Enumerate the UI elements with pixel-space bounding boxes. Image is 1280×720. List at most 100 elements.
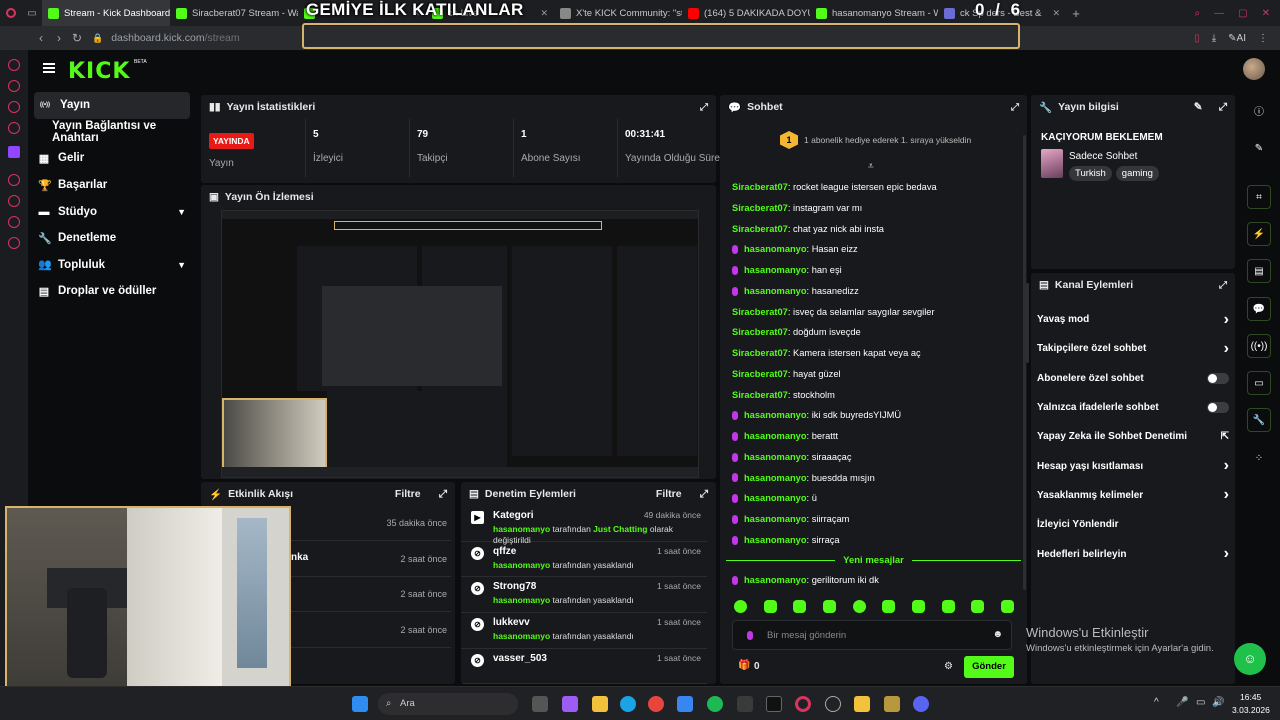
clock-date[interactable]: 3.03.2026 [1232,705,1270,715]
store-icon[interactable] [677,696,693,712]
chat-input[interactable]: Bir mesaj gönderin ☻ [732,620,1012,650]
chevron-down-icon[interactable]: ▼ [177,207,186,217]
moderation-row[interactable]: ⊘ lukkevv 1 saat önce hasanomanyo tarafında… [461,613,707,649]
chat-message[interactable]: Siracberat07: rocket league istersen epi… [732,177,1022,198]
pin-icon[interactable] [8,195,20,207]
emote-icon[interactable] [763,600,777,613]
chevron-right-icon[interactable]: › [1224,457,1229,475]
expand-icon[interactable]: ⤢ [700,102,708,113]
storage-icon[interactable]: ▭ [1247,371,1271,395]
category-name[interactable]: Sadece Sohbet [1069,151,1137,162]
chat-username[interactable]: Siracberat07 [732,364,788,385]
expand-icon[interactable]: ⤢ [1219,101,1227,114]
chat-message[interactable]: hasanomanyo: berattt [732,426,1022,447]
moderation-row[interactable]: ⊘ vasser_503 1 saat önce [461,649,707,684]
kick-logo[interactable]: KICK [68,59,130,84]
chat-username[interactable]: Siracberat07 [732,343,788,364]
music-icon[interactable] [8,122,20,134]
emote-icon[interactable] [822,600,836,613]
channel-action-item[interactable]: İzleyici Yönlendir [1031,510,1235,539]
sidebar-item[interactable]: 🔧 Denetleme [28,225,196,252]
hamburger-icon[interactable] [43,63,55,73]
browser-tab[interactable]: Siracberat07 Stream - Wa✕ [170,0,298,26]
chat-username[interactable]: hasanomanyo [744,488,807,509]
moderation-row[interactable]: ▶ Kategori 49 dakika önce hasanomanyo taraf… [461,506,707,545]
discord-icon[interactable] [913,696,929,712]
chat-username[interactable]: hasanomanyo [744,468,807,489]
network-icon[interactable]: ▭ [1196,697,1205,708]
file-explorer-icon[interactable] [592,696,608,712]
sidebar-item[interactable]: 👥 Topluluk ▼ [28,252,196,279]
emote-icon[interactable] [882,600,896,613]
chat-message[interactable]: Siracberat07: instagram var mı [732,198,1022,219]
scroll-down-icon[interactable]: ⩡ [868,161,874,172]
pencil-icon[interactable]: ✎ [1247,136,1271,160]
instagram-icon[interactable] [8,101,20,113]
expand-icon[interactable]: ⤢ [439,488,447,501]
minimize-icon[interactable]: — [1214,8,1224,19]
chat-username[interactable]: hasanomanyo [744,509,807,530]
bookmark-icon[interactable]: ▯ [1194,33,1200,44]
expand-icon[interactable]: ⤢ [700,488,708,501]
chevron-right-icon[interactable]: › [1224,311,1229,329]
chat-username[interactable]: hasanomanyo [744,405,807,426]
chat-message[interactable]: hasanomanyo: han eşi [732,260,1022,281]
chat-username[interactable]: Siracberat07 [732,219,788,240]
chat-message[interactable]: Siracberat07: isveç da selamlar saygılar… [732,302,1022,323]
sidebar-item[interactable]: ((•)) Yayın [34,92,190,119]
clock-icon[interactable] [8,216,20,228]
bolt-icon[interactable]: ⚡ [1247,222,1271,246]
sidebar-item[interactable]: 🏆 Başarılar [28,172,196,199]
wrench-icon[interactable]: 🔧 [1247,408,1271,432]
send-button[interactable]: Gönder [964,656,1014,678]
sidebar-item[interactable]: Yayın Bağlantısı ve Anahtarı [28,119,196,146]
ai-icon[interactable]: ✎AI [1228,33,1246,44]
spotify-icon[interactable] [707,696,723,712]
points-icon[interactable]: 🎁 [738,660,750,671]
channel-action-item[interactable]: Takipçilere özel sohbet › [1031,334,1235,363]
chat-message[interactable]: Siracberat07: hayat güzel [732,364,1022,385]
channel-action-item[interactable]: Yavaş mod › [1031,305,1235,334]
chat-message[interactable]: hasanomanyo: sirraça [732,530,1022,551]
toggle-switch[interactable] [1207,402,1229,414]
chevron-right-icon[interactable]: › [1224,545,1229,563]
chat-message[interactable]: hasanomanyo: siirraçam [732,509,1022,530]
messenger-icon[interactable] [8,59,20,71]
emote-icon[interactable] [852,600,866,613]
chat-message[interactable]: Siracberat07: Kamera istersen kapat veya… [732,343,1022,364]
moderation-filter[interactable]: Filtre [656,488,682,500]
chat-username[interactable]: Siracberat07 [732,302,788,323]
close-icon[interactable]: ✕ [1262,8,1270,19]
tag-badge[interactable]: gaming [1115,166,1159,181]
document-icon[interactable]: ▤ [1247,259,1271,283]
chat-username[interactable]: hasanomanyo [744,530,807,551]
chat-message[interactable]: Siracberat07: stockholm [732,385,1022,406]
league-icon[interactable] [884,696,900,712]
emote-icon[interactable] [1000,600,1014,613]
chat-username[interactable]: Siracberat07 [732,177,788,198]
info-icon[interactable]: ⓘ [1247,98,1271,122]
emote-icon[interactable] [941,600,955,613]
chat-username[interactable]: Siracberat07 [732,322,788,343]
emote-icon[interactable] [734,600,747,613]
app-icon[interactable] [737,696,753,712]
chat-message[interactable]: hasanomanyo: ü [732,488,1022,509]
close-tab-icon[interactable]: ✕ [1052,8,1060,19]
emote-icon[interactable] [793,600,807,613]
actions-scrollbar[interactable] [1026,283,1029,363]
browser-tab[interactable]: Stream - Kick Dashboard✕ [42,0,170,26]
chat-username[interactable]: hasanomanyo [744,260,807,281]
chat-message[interactable]: hasanomanyo: hasanedizz [732,281,1022,302]
windows-start-icon[interactable] [352,696,368,712]
whatsapp-icon[interactable] [8,80,20,92]
tag-badge[interactable]: Turkish [1069,166,1112,181]
sidebar-item[interactable]: ▦ Gelir [28,145,196,172]
chat-username[interactable]: Siracberat07 [732,385,788,406]
toggle-switch[interactable] [1207,372,1229,384]
tray-chevron-icon[interactable]: ^ [1154,697,1159,708]
volume-icon[interactable]: 🔊 [1212,697,1224,708]
chat-username[interactable]: hasanomanyo [744,447,807,468]
sidebar-item[interactable]: ▬ Stüdyo ▼ [28,198,196,225]
stream-preview-video[interactable] [221,210,699,478]
new-tab-button[interactable]: + [1066,6,1086,21]
